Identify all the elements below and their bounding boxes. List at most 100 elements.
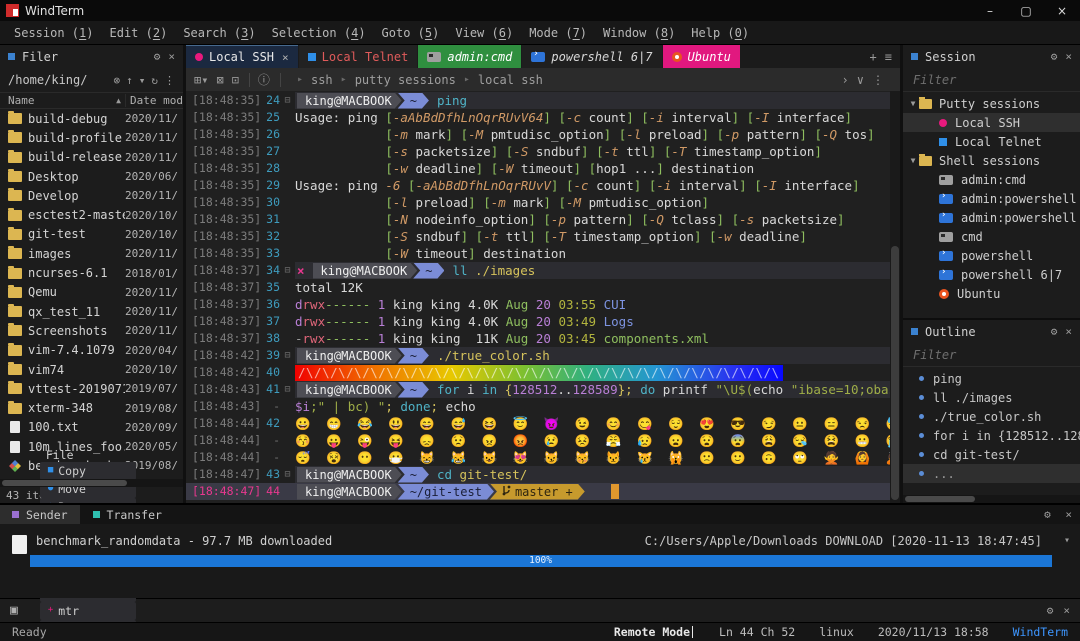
add-tab-icon[interactable]: + [870,50,877,64]
transfer-tab-transfer[interactable]: Transfer [81,505,174,524]
outline-filter-input[interactable] [913,347,1070,362]
collapse-arrow-icon[interactable]: ▼ [907,99,919,108]
close-session-icon[interactable]: ⊠ [216,73,223,87]
file-row-screenshots[interactable]: Screenshots 2020/11/ [0,321,183,340]
file-row-100-txt[interactable]: 100.txt 2020/09/ [0,418,183,437]
session-item-powershell[interactable]: powershell [903,246,1080,265]
session-item-admin-powershell-6-7[interactable]: admin:powershell 6|7 [903,208,1080,227]
menu-item-goto[interactable]: Goto (5) [376,24,446,42]
file-row-vttest-20190710[interactable]: vttest-201907102019/07/ [0,379,183,398]
file-row-git-test[interactable]: git-test 2020/10/ [0,225,183,244]
session-item-admin-cmd[interactable]: admin:cmd [903,170,1080,189]
gear-icon[interactable]: ⚙ [1051,325,1058,338]
session-item-admin-powershell[interactable]: admin:powershell [903,189,1080,208]
maximize-button[interactable]: ▢ [1008,0,1044,21]
breadcrumb-item-local-ssh[interactable]: local ssh [478,73,543,87]
tab-admin-cmd[interactable]: admin:cmd [418,45,522,68]
session-item-local-telnet[interactable]: Local Telnet [903,132,1080,151]
menu-item-edit[interactable]: Edit (2) [104,24,174,42]
gear-icon[interactable]: ⚙ [1051,50,1058,63]
menu-item-view[interactable]: View (6) [449,24,519,42]
close-tab-icon[interactable]: × [282,51,289,64]
session-filter-input[interactable] [913,72,1070,87]
menu-item-search[interactable]: Search (3) [177,24,261,42]
clear-path-icon[interactable]: ⊗ [114,74,121,87]
outline-item-for-i-in-128512-128589[interactable]: for i in {128512..128589} [903,426,1080,445]
terminal[interactable]: [18:48:35] 24 ⊟ king@MACBOOK ~ ping [18:48:35]… [186,91,900,503]
session-group-putty-sessions[interactable]: ▼ Putty sessions [903,94,1080,113]
close-icon[interactable]: × [1065,325,1072,338]
file-row-ncurses-6-1[interactable]: ncurses-6.1 2018/01/ [0,263,183,282]
gear-icon[interactable]: ⚙ [1044,508,1051,521]
new-session-icon[interactable]: ⊞▾ [194,73,208,87]
file-row-develop[interactable]: Develop 2020/11/ [0,186,183,205]
close-icon[interactable]: × [168,50,175,63]
collapse-arrow-icon[interactable]: ▼ [907,156,919,165]
outline-item-ll-images[interactable]: ll ./images [903,388,1080,407]
menu-item-help[interactable]: Help (0) [685,24,755,42]
breadcrumb-item-ssh[interactable]: ssh [311,73,333,87]
file-row-images[interactable]: images 2020/11/ [0,244,183,263]
column-date[interactable]: Date mod [125,94,183,107]
up-directory-icon[interactable]: ↑ [126,74,133,87]
outline-horizontal-scrollbar[interactable] [903,495,1080,503]
file-row-build-release[interactable]: build-release 2020/11/ [0,148,183,167]
file-row-vim-7-4-1079[interactable]: vim-7.4.1079 2020/04/ [0,341,183,360]
menu-item-selection[interactable]: Selection (4) [266,24,372,42]
more-icon[interactable]: ⋮ [164,74,175,87]
file-row-build-debug[interactable]: build-debug 2020/11/ [0,109,183,128]
file-row-qx-test-11[interactable]: qx_test_11 2020/11/ [0,302,183,321]
toolbar-book-icon[interactable]: ▣ [10,603,18,618]
filer-horizontal-scrollbar[interactable] [0,479,183,487]
chevron-down-icon[interactable]: ∨ [857,73,864,87]
outline-item-cd-git-test[interactable]: cd git-test/ [903,445,1080,464]
session-item-cmd[interactable]: cmd [903,227,1080,246]
menu-item-session[interactable]: Session (1) [8,24,100,42]
scrollbar-thumb[interactable] [891,246,899,500]
file-row-vim74[interactable]: vim74 2020/10/ [0,360,183,379]
close-icon[interactable]: × [1065,50,1072,63]
session-item-powershell-6-7[interactable]: powershell 6|7 [903,265,1080,284]
file-row-qemu[interactable]: Qemu 2020/11/ [0,283,183,302]
transfer-tab-sender[interactable]: Sender [0,505,80,524]
gear-icon[interactable]: ⚙ [154,50,161,63]
session-item-local-ssh[interactable]: Local SSH [903,113,1080,132]
close-icon[interactable]: × [1065,508,1072,521]
file-row-xterm-348[interactable]: xterm-348 2019/08/ [0,398,183,417]
tab-local-ssh[interactable]: Local SSH × [186,45,298,68]
fold-marker[interactable]: ⊟ [280,466,295,483]
menu-item-window[interactable]: Window (8) [597,24,681,42]
fold-marker[interactable]: ⊟ [280,347,295,364]
session-item-ubuntu[interactable]: Ubuntu [903,284,1080,303]
outline-item-ping[interactable]: ping [903,369,1080,388]
status-os[interactable]: linux [819,625,854,639]
menu-item-mode[interactable]: Mode (7) [523,24,593,42]
fold-marker[interactable]: ⊟ [280,381,295,398]
outline-item-[interactable]: ... [903,464,1080,483]
info-icon[interactable]: ⓘ [258,71,270,88]
minimize-button[interactable]: – [972,0,1008,21]
toolbar-button-mtr[interactable]: + mtr [39,601,136,620]
tab-local-telnet[interactable]: Local Telnet [298,45,418,68]
tab-ubuntu[interactable]: Ubuntu [662,45,740,68]
refresh-icon[interactable]: ↻ [151,74,158,87]
fold-marker[interactable]: ⊟ [280,262,295,279]
path-input[interactable] [8,73,108,87]
close-icon[interactable]: × [1063,604,1070,617]
dropdown-icon[interactable]: ▾ [139,74,146,87]
more-icon[interactable]: ⋮ [872,73,884,87]
tab-list-icon[interactable]: ≡ [885,50,892,64]
status-position[interactable]: Ln 44 Ch 52 [719,625,795,639]
chevron-down-icon[interactable]: ▾ [1064,535,1070,546]
gear-icon[interactable]: ⚙ [1047,604,1054,617]
session-group-shell-sessions[interactable]: ▼ Shell sessions [903,151,1080,170]
terminal-scrollbar[interactable] [890,91,900,503]
restore-session-icon[interactable]: ⊡ [232,73,239,87]
outline-item-true-color-sh[interactable]: ./true_color.sh [903,407,1080,426]
file-row-desktop[interactable]: Desktop 2020/06/ [0,167,183,186]
file-row-esctest2-master[interactable]: esctest2-master2020/10/ [0,205,183,224]
close-button[interactable]: × [1044,0,1080,21]
file-row-build-profile[interactable]: build-profile 2020/11/ [0,128,183,147]
toolbar-button-copy[interactable]: ■ Copy [39,461,136,480]
breadcrumb-item-putty-sessions[interactable]: putty sessions [355,73,456,87]
